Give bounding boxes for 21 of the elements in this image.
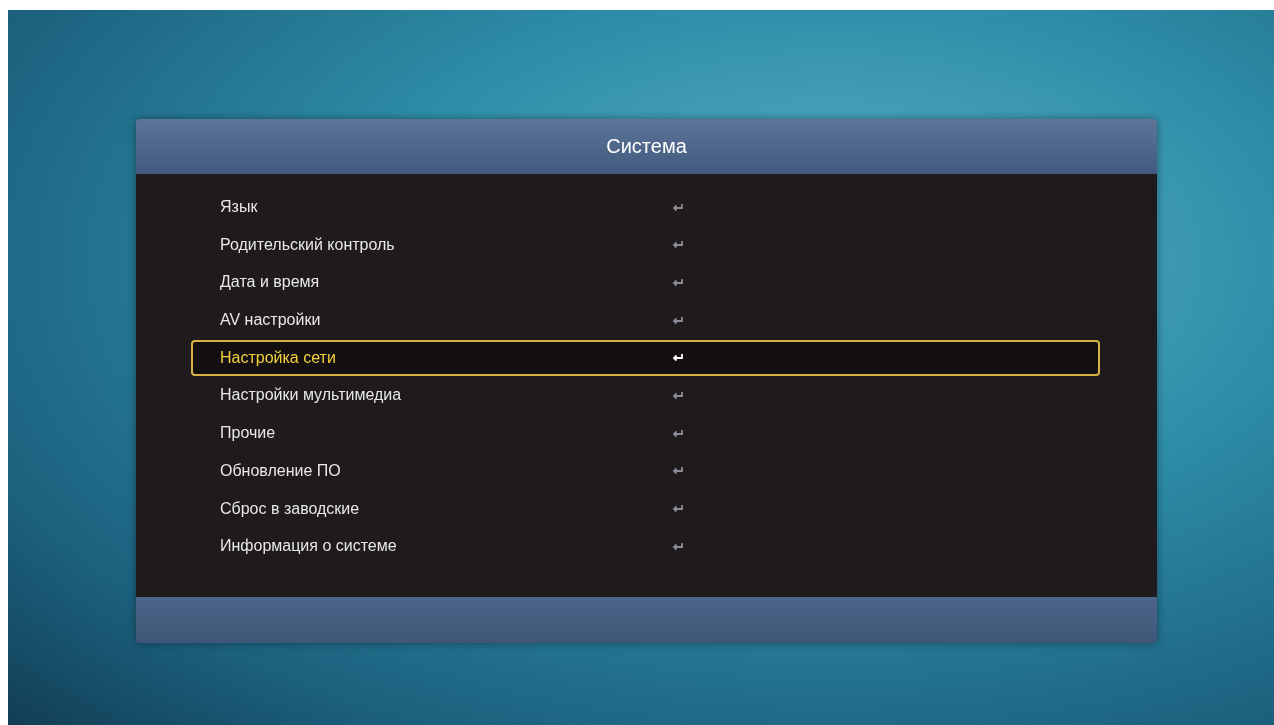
menu-item[interactable]: Язык — [191, 189, 1100, 225]
menu-title: Система — [606, 135, 687, 158]
menu-item[interactable]: Прочие — [191, 415, 1100, 452]
menu-item[interactable]: Дата и время — [191, 264, 1100, 301]
menu-item[interactable]: Информация о системе — [191, 528, 1100, 565]
enter-icon — [672, 277, 684, 287]
menu-item[interactable]: Настройка сети — [191, 339, 1100, 376]
enter-icon — [672, 541, 684, 551]
enter-icon — [672, 466, 684, 476]
menu-item[interactable]: Сброс в заводские — [191, 490, 1100, 527]
enter-icon — [672, 202, 684, 212]
menu-item[interactable]: Обновление ПО — [191, 452, 1100, 489]
enter-icon — [672, 315, 684, 325]
menu-item[interactable]: Настройки мультимедиа — [191, 377, 1100, 414]
enter-icon — [672, 504, 684, 513]
menu-item[interactable]: AV настройки — [191, 302, 1100, 339]
enter-icon — [672, 390, 684, 400]
menu-item[interactable]: Родительский контроль — [191, 226, 1100, 263]
enter-icon — [672, 353, 684, 363]
enter-icon — [672, 240, 684, 250]
enter-icon — [672, 428, 684, 438]
